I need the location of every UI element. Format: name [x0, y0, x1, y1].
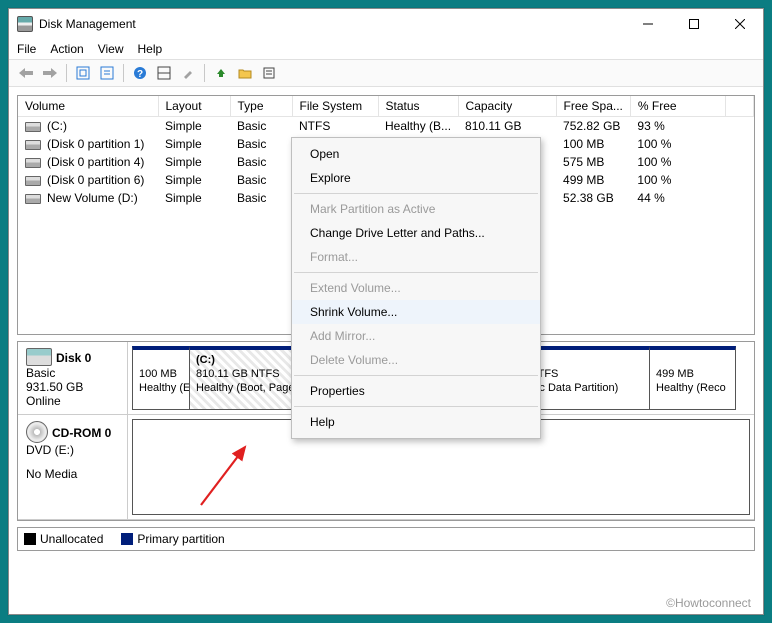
table-row[interactable]: (C:)SimpleBasicNTFSHealthy (B...810.11 G… [18, 117, 754, 136]
ctx-help[interactable]: Help [292, 410, 540, 434]
col-volume[interactable]: Volume [18, 96, 158, 117]
menubar: File Action View Help [9, 39, 763, 59]
ctx-mark-active: Mark Partition as Active [292, 197, 540, 221]
col-pct[interactable]: % Free [630, 96, 725, 117]
ctx-shrink[interactable]: Shrink Volume... [292, 300, 540, 324]
menu-file[interactable]: File [17, 42, 36, 56]
disk-size: 931.50 GB [26, 380, 119, 394]
menu-help[interactable]: Help [138, 42, 163, 56]
separator-icon [66, 64, 67, 82]
col-fs[interactable]: File System [292, 96, 378, 117]
ctx-change-letter[interactable]: Change Drive Letter and Paths... [292, 221, 540, 245]
volume-icon [25, 158, 41, 168]
toolbar: ? [9, 59, 763, 87]
volume-icon [25, 194, 41, 204]
menu-action[interactable]: Action [50, 42, 83, 56]
titlebar: Disk Management [9, 9, 763, 39]
window-controls [625, 9, 763, 39]
nav-back-button[interactable] [15, 62, 37, 84]
separator-icon [294, 375, 538, 376]
col-free[interactable]: Free Spa... [556, 96, 630, 117]
col-capacity[interactable]: Capacity [458, 96, 556, 117]
legend: Unallocated Primary partition [17, 527, 755, 551]
disk-icon [26, 348, 52, 366]
legend-unallocated: Unallocated [24, 532, 103, 546]
watermark: ©Howtoconnect [666, 596, 751, 610]
cdrom-state: No Media [26, 467, 119, 481]
disk-name: Disk 0 [56, 351, 91, 365]
volume-icon [25, 176, 41, 186]
volume-icon [25, 140, 41, 150]
up-button[interactable] [210, 62, 232, 84]
col-status[interactable]: Status [378, 96, 458, 117]
swatch-blue-icon [121, 533, 133, 545]
separator-icon [123, 64, 124, 82]
menu-view[interactable]: View [98, 42, 124, 56]
disk-kind: Basic [26, 366, 119, 380]
partition[interactable]: 499 MBHealthy (Reco [650, 346, 736, 410]
col-blank [726, 96, 754, 117]
folder-button[interactable] [234, 62, 256, 84]
col-type[interactable]: Type [230, 96, 292, 117]
context-menu: Open Explore Mark Partition as Active Ch… [291, 137, 541, 439]
ctx-delete: Delete Volume... [292, 348, 540, 372]
swatch-black-icon [24, 533, 36, 545]
help-button[interactable]: ? [129, 62, 151, 84]
cdrom-icon [26, 421, 48, 443]
cdrom-name: CD-ROM 0 [52, 426, 111, 440]
app-window: Disk Management File Action View Help ? [8, 8, 764, 615]
legend-primary: Primary partition [121, 532, 224, 546]
settings-button[interactable] [96, 62, 118, 84]
action-button[interactable] [177, 62, 199, 84]
partition[interactable]: 100 MBHealthy (E [132, 346, 190, 410]
disk-header[interactable]: Disk 0 Basic 931.50 GB Online [18, 342, 128, 414]
app-icon [17, 16, 33, 32]
close-button[interactable] [717, 9, 763, 39]
window-title: Disk Management [39, 17, 625, 31]
disk-list-button[interactable] [153, 62, 175, 84]
disk-state: Online [26, 394, 119, 408]
separator-icon [294, 272, 538, 273]
separator-icon [294, 406, 538, 407]
separator-icon [204, 64, 205, 82]
svg-text:?: ? [137, 69, 143, 80]
maximize-button[interactable] [671, 9, 717, 39]
ctx-open[interactable]: Open [292, 142, 540, 166]
col-layout[interactable]: Layout [158, 96, 230, 117]
ctx-explore[interactable]: Explore [292, 166, 540, 190]
nav-fwd-button[interactable] [39, 62, 61, 84]
volume-icon [25, 122, 41, 132]
ctx-properties[interactable]: Properties [292, 379, 540, 403]
cdrom-dev: DVD (E:) [26, 443, 119, 457]
column-headers[interactable]: Volume Layout Type File System Status Ca… [18, 96, 754, 117]
props-button[interactable] [258, 62, 280, 84]
separator-icon [294, 193, 538, 194]
ctx-format: Format... [292, 245, 540, 269]
cdrom-header[interactable]: CD-ROM 0 DVD (E:) No Media [18, 415, 128, 519]
ctx-add-mirror: Add Mirror... [292, 324, 540, 348]
ctx-extend: Extend Volume... [292, 276, 540, 300]
minimize-button[interactable] [625, 9, 671, 39]
refresh-button[interactable] [72, 62, 94, 84]
